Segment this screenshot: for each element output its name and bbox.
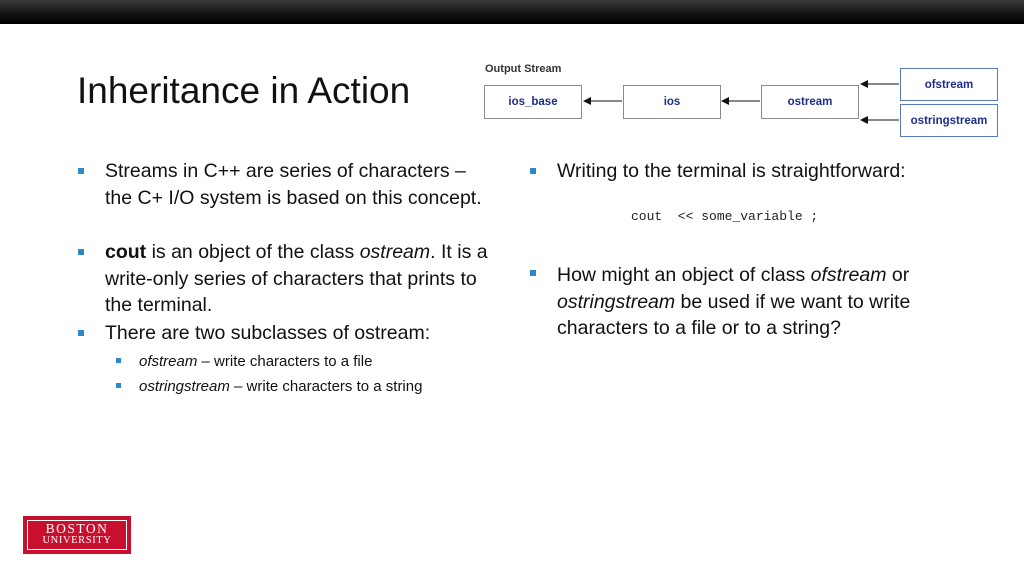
slide-title: Inheritance in Action bbox=[77, 70, 411, 111]
ostringstream-term: ostringstream bbox=[139, 378, 230, 395]
sub-bullet-marker bbox=[116, 383, 121, 388]
bullet-marker bbox=[78, 249, 84, 255]
node-ostringstream: ostringstream bbox=[900, 104, 998, 137]
ostringstream-term: ostringstream bbox=[557, 290, 676, 313]
diagram-title: Output Stream bbox=[485, 63, 562, 75]
cout-keyword: cout bbox=[105, 241, 147, 263]
cout-text-a: is an object of the class bbox=[146, 241, 360, 263]
node-ofstream: ofstream bbox=[900, 68, 998, 101]
ofstream-term: ofstream bbox=[139, 353, 198, 370]
ostream-term: ostream bbox=[359, 241, 431, 263]
boston-university-logo: BOSTON UNIVERSITY bbox=[23, 516, 131, 554]
bullet-question: How might an object of class ofstream or… bbox=[557, 262, 957, 342]
bullet-streams: Streams in C++ are series of characters … bbox=[105, 160, 482, 209]
bullet-cout: cout is an object of the class ostream. … bbox=[105, 239, 495, 319]
question-text-a: How might an object of class bbox=[557, 264, 811, 286]
sub-bullet-ostringstream: ostringstream – write characters to a st… bbox=[139, 375, 422, 399]
top-bar bbox=[0, 0, 1024, 24]
node-ios: ios bbox=[623, 85, 721, 119]
bullet-marker bbox=[530, 270, 536, 276]
bullet-marker bbox=[78, 330, 84, 336]
ofstream-desc: – write characters to a file bbox=[197, 353, 373, 370]
bullet-marker bbox=[78, 168, 84, 174]
sub-bullet-marker bbox=[116, 358, 121, 363]
code-snippet: cout << some_variable ; bbox=[631, 209, 819, 224]
bullet-writing-terminal: Writing to the terminal is straightforwa… bbox=[557, 160, 906, 182]
ofstream-term: ofstream bbox=[810, 264, 887, 286]
node-ios-base: ios_base bbox=[484, 85, 582, 119]
bullet-marker bbox=[530, 168, 536, 174]
ostringstream-desc: – write characters to a string bbox=[229, 378, 423, 395]
question-text-b: or bbox=[886, 264, 910, 286]
logo-line1: BOSTON bbox=[45, 521, 109, 536]
node-ostream: ostream bbox=[761, 85, 859, 119]
logo-line2: UNIVERSITY bbox=[42, 535, 112, 546]
sub-bullet-ofstream: ofstream – write characters to a file bbox=[139, 350, 372, 374]
bullet-subclasses: There are two subclasses of ostream: bbox=[105, 322, 431, 344]
